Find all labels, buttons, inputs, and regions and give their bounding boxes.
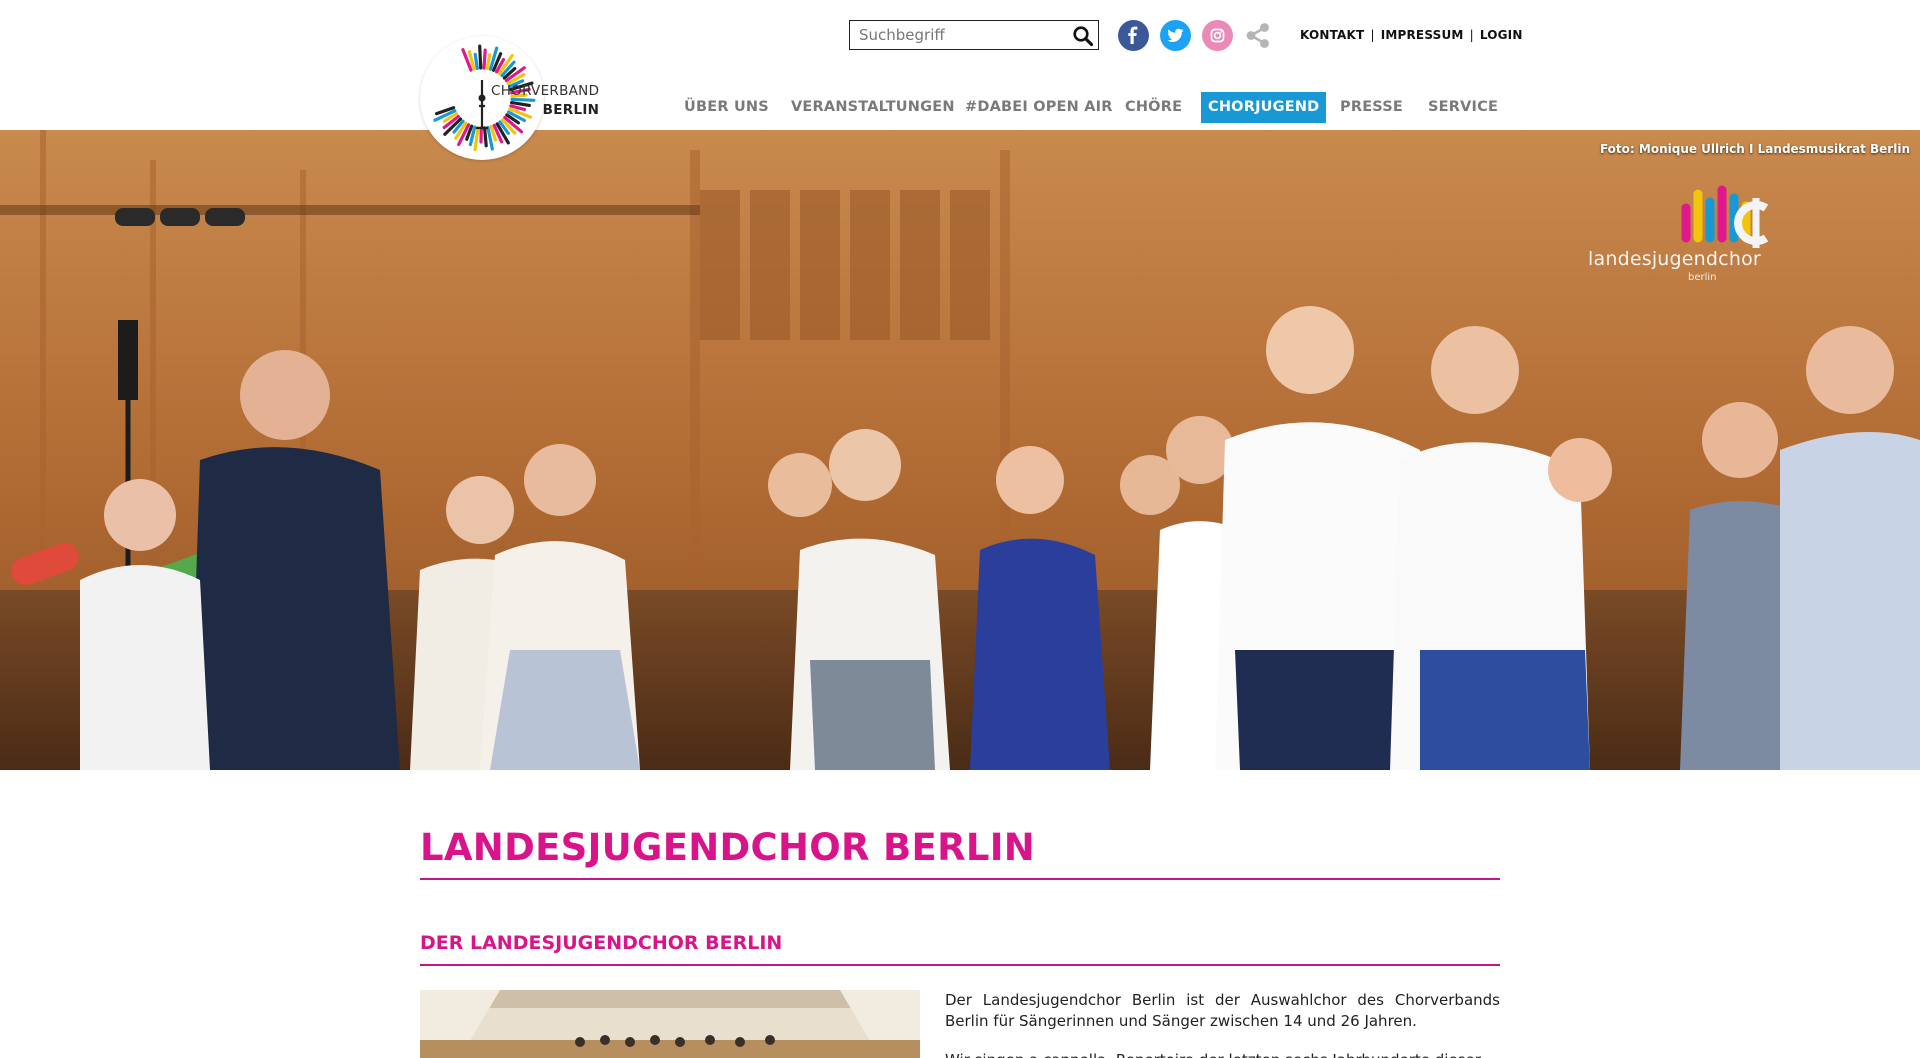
instagram-button[interactable] <box>1202 20 1233 51</box>
facebook-icon <box>1128 26 1138 44</box>
logo-wordmark: CHORVERBAND BERLIN <box>491 82 599 120</box>
nav-item-presse[interactable]: PRESSE <box>1340 92 1403 123</box>
choir-thumbnail-photo <box>420 990 920 1058</box>
twitter-icon <box>1167 28 1184 42</box>
ljc-logo-sub: berlin <box>1688 272 1717 283</box>
share-icon <box>1246 23 1269 48</box>
ljc-logo-wordmark: landesjugendchor <box>1588 248 1761 270</box>
nav-item-chorjugend[interactable]: CHORJUGEND <box>1201 92 1327 123</box>
section-heading: DER LANDESJUGENDCHOR BERLIN <box>420 932 783 954</box>
site-logo[interactable]: CHORVERBAND BERLIN <box>420 36 610 160</box>
search-box <box>849 20 1099 50</box>
share-button[interactable] <box>1242 20 1273 51</box>
facebook-button[interactable] <box>1118 20 1149 51</box>
nav-item-service[interactable]: SERVICE <box>1428 92 1498 123</box>
intro-paragraph: Der Landesjugendchor Berlin ist der Ausw… <box>945 991 1500 1030</box>
ljc-logo-icon <box>1681 185 1769 248</box>
search-button[interactable] <box>1072 25 1094 47</box>
separator: | <box>1370 28 1375 42</box>
nav-item-dabei-open-air[interactable]: #DABEI OPEN AIR <box>965 92 1113 123</box>
logo-line-2: BERLIN <box>542 102 600 118</box>
impressum-link[interactable]: IMPRESSUM <box>1381 28 1464 42</box>
top-links: KONTAKT | IMPRESSUM | LOGIN <box>1300 28 1523 42</box>
kontakt-link[interactable]: KONTAKT <box>1300 28 1364 42</box>
nav-item-choere[interactable]: CHÖRE <box>1125 92 1182 123</box>
separator: | <box>1469 28 1474 42</box>
intro-paragraph-2: Wir singen a cappella, Repertoire der le… <box>945 1050 1500 1058</box>
landesjugendchor-logo: landesjugendchor berlin <box>1588 168 1788 283</box>
instagram-icon <box>1210 28 1225 43</box>
section-divider <box>420 964 1500 966</box>
title-divider <box>420 878 1500 880</box>
login-link[interactable]: LOGIN <box>1480 28 1523 42</box>
nav-item-veranstaltungen[interactable]: VERANSTALTUNGEN <box>791 92 955 123</box>
twitter-button[interactable] <box>1160 20 1191 51</box>
logo-line-1: CHORVERBAND <box>491 83 600 99</box>
hero-image: Foto: Monique Ullrich I Landesmusikrat B… <box>0 130 1920 770</box>
search-icon <box>1073 26 1094 47</box>
search-input[interactable] <box>850 21 1065 49</box>
photo-credit: Foto: Monique Ullrich I Landesmusikrat B… <box>1599 142 1910 156</box>
choir-thumbnail <box>420 990 920 1058</box>
nav-item-ueber-uns[interactable]: ÜBER UNS <box>684 92 769 123</box>
site-header: CHORVERBAND BERLIN Suchbegriff KONTAKT |… <box>0 0 1920 160</box>
page-title: LANDESJUGENDCHOR BERLIN <box>420 826 1036 869</box>
